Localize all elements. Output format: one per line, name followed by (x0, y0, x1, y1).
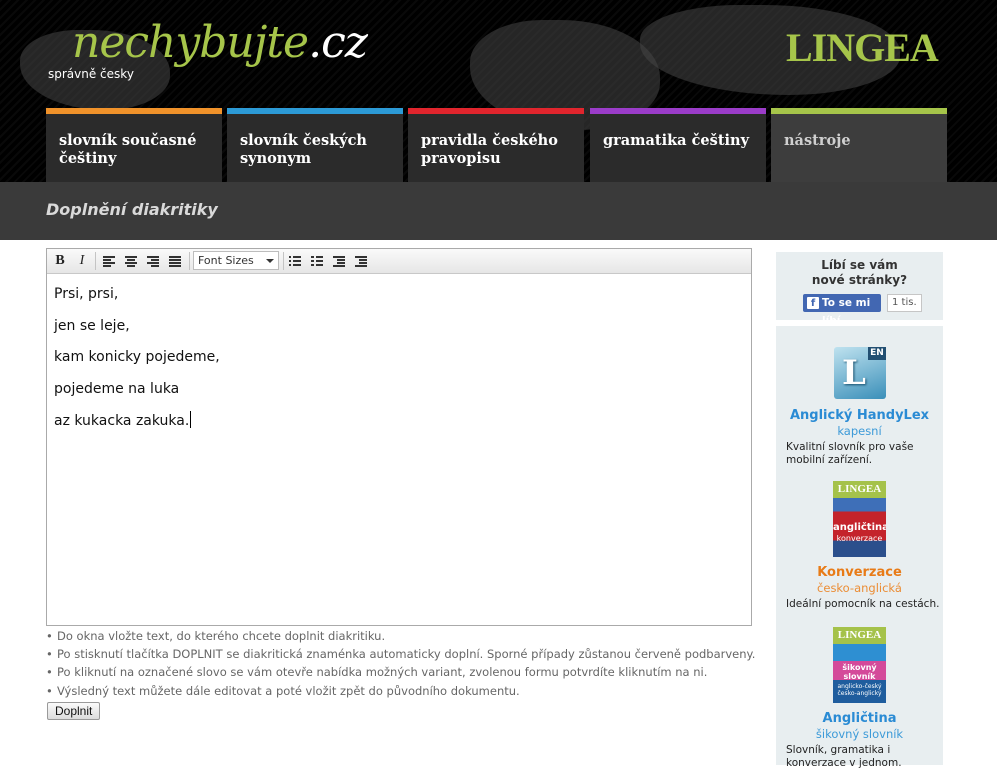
facebook-like-box: Líbí se vám nové stránky? f To se mi líbí… (776, 252, 943, 327)
editor-line: pojedeme na luka (54, 380, 180, 397)
en-badge: EN (868, 347, 886, 360)
nav-tab-label: pravidla českého pravopisu (421, 132, 558, 167)
instruction-item: Do okna vložte text, do kterého chcete d… (46, 627, 756, 645)
italic-button[interactable]: I (72, 251, 92, 271)
align-left-icon[interactable] (99, 251, 119, 271)
main-nav: slovník současné češtiny slovník českých… (46, 108, 948, 182)
nav-tab-gramatika[interactable]: gramatika češtiny (590, 108, 766, 182)
instruction-item: Výsledný text můžete dále editovat a pot… (46, 682, 756, 700)
nav-tab-label: slovník českých synonym (240, 132, 367, 167)
fb-like-button[interactable]: f To se mi líbí (803, 294, 881, 327)
editor-line: kam konicky pojedeme, (54, 349, 220, 365)
toolbar-separator (283, 252, 284, 270)
editor-toolbar: B I Font Sizes (47, 249, 751, 274)
product-subtitle: česko-anglická (817, 581, 902, 595)
cover-subtitle: anglicko-český česko-anglický (837, 683, 882, 697)
handylex-app-icon[interactable]: L EN (834, 347, 886, 399)
text-caret (190, 411, 192, 428)
nav-tab-slovnik-soucasne-cestiny[interactable]: slovník současné češtiny (46, 108, 222, 182)
product-subtitle: šikovný slovník (815, 727, 904, 741)
editor-line: Prsi, prsi, (54, 286, 119, 302)
logo-name: nechybujte (72, 17, 309, 68)
nav-tab-slovnik-synonym[interactable]: slovník českých synonym (227, 108, 403, 182)
cover-title: šikovný slovník (842, 663, 877, 681)
book-cover-konverzace[interactable]: LINGEA angličtina konverzace (833, 481, 886, 557)
instruction-item: Po stisknutí tlačítka DOPLNIT se diakrit… (46, 645, 756, 663)
editor-line-last: az kukacka zakuka. (54, 411, 220, 429)
cover-brand: LINGEA (833, 627, 886, 644)
tagline: správně česky (48, 67, 134, 81)
site-logo[interactable]: nechybujte.cz (72, 17, 368, 68)
toolbar-separator (189, 252, 190, 270)
rich-text-editor: B I Font Sizes Prsi, prsi, jen se leje, … (46, 248, 752, 626)
nav-tab-label: slovník současné češtiny (59, 132, 197, 167)
product-description: Slovník, gramatika i konverzace v jednom… (786, 744, 902, 769)
align-justify-icon[interactable] (165, 251, 185, 271)
chevron-down-icon (266, 259, 274, 263)
logo-tld: .cz (308, 17, 368, 68)
fb-question-line: nové stránky? (811, 273, 908, 287)
font-sizes-select[interactable]: Font Sizes (193, 251, 279, 270)
bullet-list-icon[interactable] (285, 251, 305, 271)
product-title[interactable]: Anglický HandyLex (776, 408, 943, 423)
editor-content[interactable]: Prsi, prsi, jen se leje, kam konicky poj… (54, 285, 220, 443)
cover-brand: LINGEA (833, 481, 886, 498)
cover-title: angličtina (833, 522, 886, 533)
site-header: nechybujte.cz správně česky LINGEA slovn… (0, 0, 997, 182)
outdent-icon[interactable] (329, 251, 349, 271)
product-title[interactable]: Angličtina (776, 711, 943, 726)
font-sizes-label: Font Sizes (198, 254, 254, 267)
editor-line: az kukacka zakuka. (54, 413, 190, 429)
fb-question-line: Líbí se vám (821, 258, 898, 272)
bold-button[interactable]: B (50, 251, 70, 271)
align-center-icon[interactable] (121, 251, 141, 271)
instructions-list: Do okna vložte text, do kterého chcete d… (46, 627, 756, 700)
toolbar-separator (95, 252, 96, 270)
lingea-brand-logo[interactable]: LINGEA (786, 26, 939, 70)
instruction-item: Po kliknutí na označené slovo se vám ote… (46, 663, 756, 681)
align-right-icon[interactable] (143, 251, 163, 271)
nav-tab-label: gramatika češtiny (603, 132, 749, 149)
page-title-bar: Doplnění diakritiky (0, 182, 997, 240)
facebook-icon: f (807, 297, 819, 309)
doplnit-button[interactable]: Doplnit (47, 702, 101, 720)
fb-like-count: 1 tis. (887, 294, 922, 312)
fb-question: Líbí se vám nové stránky? (776, 258, 943, 288)
book-cover-sikovny-slovnik[interactable]: LINGEA šikovný slovník anglicko-český če… (833, 627, 886, 703)
indent-icon[interactable] (351, 251, 371, 271)
product-description: Ideální pomocník na cestách. (786, 598, 940, 610)
nav-tab-pravidla-pravopisu[interactable]: pravidla českého pravopisu (408, 108, 584, 182)
fb-like-label: To se mi líbí (822, 297, 871, 327)
product-description: Kvalitní slovník pro vaše mobilní zaříze… (786, 441, 914, 466)
cover-subtitle: konverzace (836, 534, 883, 543)
product-title[interactable]: Konverzace (776, 565, 943, 580)
nav-tab-nastroje[interactable]: nástroje (771, 108, 947, 182)
numbered-list-icon[interactable] (307, 251, 327, 271)
nav-tab-label: nástroje (784, 132, 851, 149)
editor-line: jen se leje, (54, 317, 130, 334)
product-sidebar: L EN Anglický HandyLex kapesní Kvalitní … (776, 326, 943, 769)
product-subtitle: kapesní (837, 424, 882, 438)
page-title: Doplnění diakritiky (46, 200, 218, 219)
